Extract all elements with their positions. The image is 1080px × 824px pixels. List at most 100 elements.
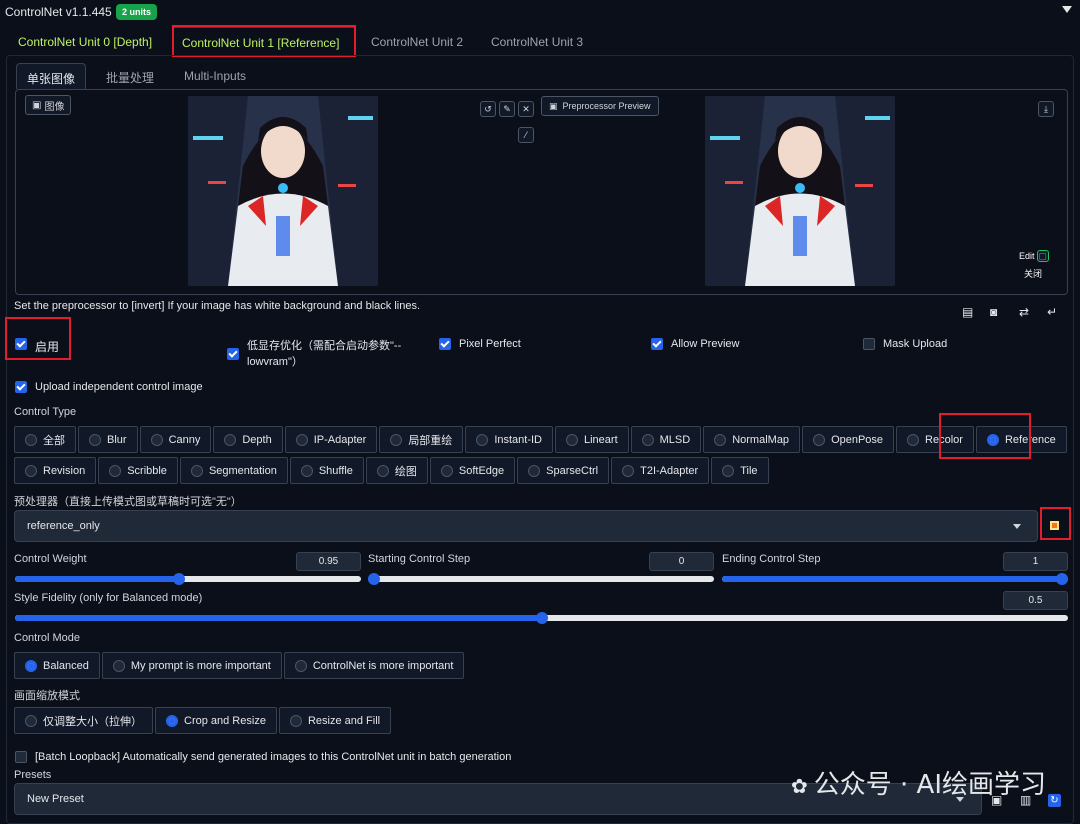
radio-dot[interactable] xyxy=(907,433,920,446)
run-preprocessor-icon[interactable] xyxy=(1050,521,1059,530)
refresh-icon[interactable]: ↻ xyxy=(1048,794,1061,807)
slider-knob[interactable] xyxy=(368,573,380,585)
undo-icon[interactable]: ↺ xyxy=(480,101,496,117)
batch-loopback-checkbox[interactable]: [Batch Loopback] Automatically send gene… xyxy=(15,751,511,763)
radio-dot[interactable] xyxy=(714,433,727,446)
starting-step-value[interactable]: 0 xyxy=(649,552,714,571)
allow-preview-check[interactable] xyxy=(651,338,663,350)
document-icon[interactable]: ▤ xyxy=(962,305,973,319)
resize-mode-option[interactable]: Resize and Fill xyxy=(278,707,392,734)
radio-dot-selected[interactable] xyxy=(25,659,37,672)
tab-unit-3[interactable]: ControlNet Unit 3 xyxy=(483,27,591,55)
radio-dot-selected[interactable] xyxy=(986,433,999,446)
control-type-option[interactable]: OpenPose xyxy=(802,426,895,453)
slider-knob[interactable] xyxy=(535,612,548,624)
starting-step-slider[interactable] xyxy=(368,573,714,585)
radio-dot[interactable] xyxy=(566,433,578,446)
enable-check[interactable] xyxy=(15,338,27,350)
radio-dot[interactable] xyxy=(528,464,541,477)
resize-mode-option[interactable]: 仅调整大小（拉伸） xyxy=(14,707,153,734)
ending-step-value[interactable]: 1 xyxy=(1003,552,1068,571)
control-type-option[interactable]: Depth xyxy=(213,426,283,453)
resize-mode-option-selected[interactable]: Crop and Resize xyxy=(155,707,277,734)
control-type-option[interactable]: NormalMap xyxy=(703,426,801,453)
style-fidelity-value[interactable]: 0.5 xyxy=(1003,591,1068,610)
ending-step-slider[interactable] xyxy=(722,573,1068,585)
control-type-option-selected[interactable]: Reference xyxy=(975,426,1067,453)
chevron-down-icon[interactable] xyxy=(1013,524,1021,529)
pixel-perfect-check[interactable] xyxy=(439,338,451,350)
control-type-option[interactable]: SparseCtrl xyxy=(517,457,610,484)
control-type-option[interactable]: 局部重绘 xyxy=(379,426,464,453)
tab-single-image[interactable]: 单张图像 xyxy=(16,63,87,89)
style-fidelity-slider[interactable] xyxy=(15,612,1068,624)
control-type-option[interactable]: MLSD xyxy=(630,426,702,453)
control-type-option[interactable]: Shuffle xyxy=(289,457,364,484)
control-type-option[interactable]: T2I-Adapter xyxy=(611,457,710,484)
control-weight-slider[interactable] xyxy=(15,573,361,585)
edit-icon[interactable]: ✎ xyxy=(499,101,515,117)
radio-dot[interactable] xyxy=(294,659,307,672)
radio-dot[interactable] xyxy=(25,433,37,446)
radio-dot[interactable] xyxy=(150,433,163,446)
close-button[interactable]: 关闭 xyxy=(1024,267,1042,280)
control-type-option[interactable]: Revision xyxy=(14,457,97,484)
radio-dot[interactable] xyxy=(89,433,101,446)
control-type-option[interactable]: IP-Adapter xyxy=(284,426,378,453)
control-type-option[interactable]: Recolor xyxy=(896,426,974,453)
radio-dot[interactable] xyxy=(295,433,308,446)
allow-preview-checkbox[interactable]: Allow Preview xyxy=(651,338,739,350)
low-vram-check[interactable] xyxy=(227,348,239,360)
batch-loopback-check[interactable] xyxy=(15,751,27,763)
control-type-option[interactable]: 绘图 xyxy=(365,457,428,484)
control-type-option[interactable]: Blur xyxy=(78,426,138,453)
pixel-perfect-checkbox[interactable]: Pixel Perfect xyxy=(439,338,521,350)
control-type-option[interactable]: Tile xyxy=(711,457,769,484)
tab-unit-0[interactable]: ControlNet Unit 0 [Depth] xyxy=(10,27,160,55)
camera-icon[interactable]: ◙ xyxy=(990,305,997,319)
radio-dot[interactable] xyxy=(300,464,313,477)
radio-dot[interactable] xyxy=(25,464,37,477)
brush-icon[interactable]: ⁄ xyxy=(518,127,534,143)
mask-upload-check[interactable] xyxy=(863,338,875,350)
radio-dot[interactable] xyxy=(190,464,203,477)
radio-dot[interactable] xyxy=(289,714,302,727)
tab-batch[interactable]: 批量处理 xyxy=(96,63,164,89)
collapse-icon[interactable] xyxy=(1062,6,1072,13)
upload-independent-checkbox[interactable]: Upload independent control image xyxy=(15,381,203,393)
clear-icon[interactable]: ✕ xyxy=(518,101,534,117)
edit-button[interactable]: Edit ▢ xyxy=(1019,250,1049,262)
mask-upload-checkbox[interactable]: Mask Upload xyxy=(863,338,947,350)
radio-dot[interactable] xyxy=(622,464,635,477)
radio-dot[interactable] xyxy=(25,714,37,727)
control-type-option[interactable]: SoftEdge xyxy=(429,457,516,484)
control-type-option[interactable]: Instant-ID xyxy=(465,426,553,453)
image-dropzone[interactable] xyxy=(15,89,1068,295)
radio-dot[interactable] xyxy=(109,464,122,477)
radio-dot[interactable] xyxy=(476,433,489,446)
preprocessor-dropdown[interactable]: reference_only xyxy=(14,510,1038,542)
control-weight-value[interactable]: 0.95 xyxy=(296,552,361,571)
control-type-option[interactable]: Segmentation xyxy=(179,457,288,484)
radio-dot[interactable] xyxy=(390,433,403,446)
tab-unit-1[interactable]: ControlNet Unit 1 [Reference] xyxy=(173,27,355,55)
radio-dot[interactable] xyxy=(376,464,389,477)
radio-dot[interactable] xyxy=(722,464,735,477)
swap-icon[interactable]: ⇄ xyxy=(1019,305,1029,319)
input-image[interactable] xyxy=(188,96,378,286)
control-type-option[interactable]: Lineart xyxy=(555,426,629,453)
slider-knob[interactable] xyxy=(1056,573,1068,585)
tab-unit-2[interactable]: ControlNet Unit 2 xyxy=(363,27,471,55)
tab-multi-inputs[interactable]: Multi-Inputs xyxy=(174,63,256,89)
enable-checkbox[interactable]: 启用 xyxy=(15,338,59,355)
control-type-option[interactable]: 全部 xyxy=(14,426,76,453)
radio-dot[interactable] xyxy=(112,659,125,672)
radio-dot[interactable] xyxy=(440,464,453,477)
radio-dot-selected[interactable] xyxy=(166,714,178,727)
control-mode-option-selected[interactable]: Balanced xyxy=(14,652,100,679)
upload-independent-check[interactable] xyxy=(15,381,27,393)
download-icon[interactable]: ⤓ xyxy=(1038,101,1054,117)
control-type-option[interactable]: Canny xyxy=(139,426,212,453)
low-vram-checkbox[interactable]: 低显存优化（需配合启动参数"--lowvram"） xyxy=(227,338,417,370)
radio-dot[interactable] xyxy=(641,433,654,446)
